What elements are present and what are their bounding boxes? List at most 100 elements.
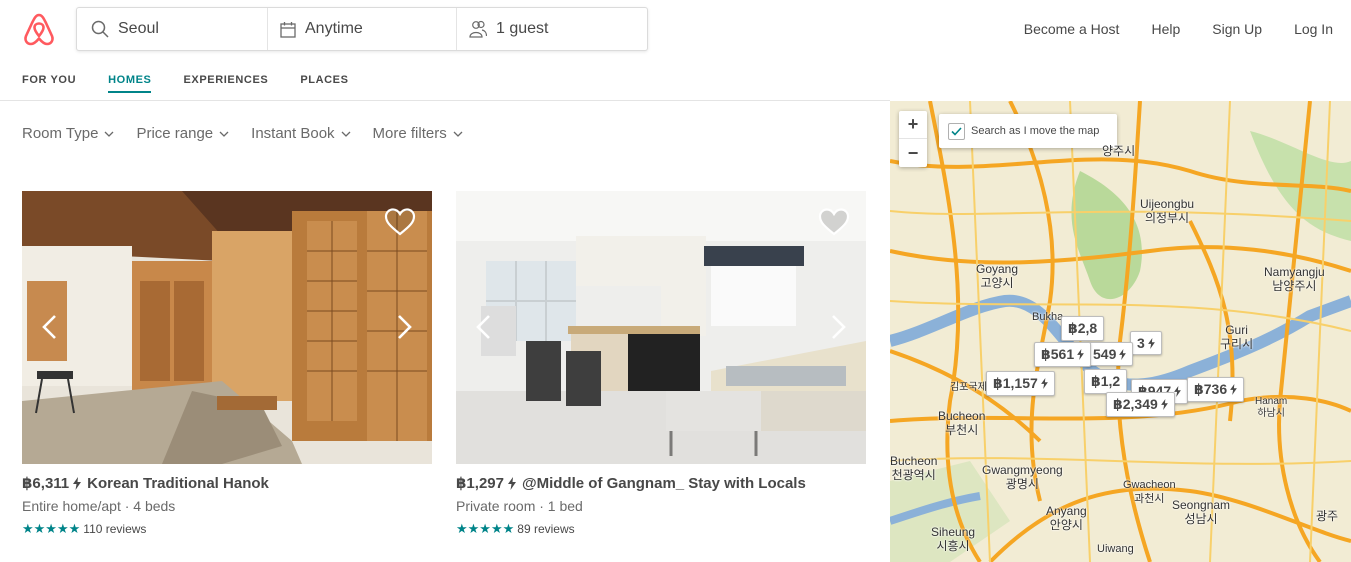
guests-icon bbox=[469, 20, 487, 38]
tab-experiences[interactable]: EXPERIENCES bbox=[183, 74, 268, 93]
log-in-link[interactable]: Log In bbox=[1294, 21, 1333, 37]
instant-book-icon bbox=[1147, 337, 1155, 349]
map-price-pin[interactable]: ฿561 bbox=[1034, 342, 1092, 367]
map-label: 양주시 bbox=[1102, 144, 1136, 158]
heart-icon[interactable] bbox=[818, 207, 850, 237]
map-label: Goyang 고양시 bbox=[976, 262, 1019, 290]
calendar-icon bbox=[280, 21, 296, 38]
filter-label: Room Type bbox=[22, 125, 99, 142]
map-label: Gwacheon 과천시 bbox=[1123, 479, 1176, 505]
header-divider bbox=[0, 100, 890, 101]
help-link[interactable]: Help bbox=[1151, 21, 1180, 37]
map-label: Uiwang bbox=[1097, 543, 1134, 555]
map-price-pin[interactable]: ฿736 bbox=[1187, 377, 1245, 402]
instant-book-filter[interactable]: Instant Book bbox=[251, 125, 351, 142]
more-filters-button[interactable]: More filters bbox=[373, 125, 463, 142]
chevron-left-icon[interactable] bbox=[40, 313, 58, 341]
filter-label: More filters bbox=[372, 125, 447, 142]
chevron-right-icon[interactable] bbox=[830, 313, 848, 341]
heart-icon[interactable] bbox=[384, 207, 416, 237]
guests-value: 1 guest bbox=[496, 20, 549, 37]
map-label: Guri 구리시 bbox=[1220, 323, 1254, 351]
review-count: 110 reviews bbox=[83, 522, 147, 536]
map[interactable]: + − Search as I move the map 양주시 Uijeong… bbox=[890, 101, 1351, 562]
hanok-photo bbox=[22, 191, 432, 464]
map-label: Hanam 하남시 bbox=[1255, 396, 1288, 419]
zoom-in-button[interactable]: + bbox=[899, 111, 927, 139]
map-price-pin[interactable]: ฿1,2 bbox=[1084, 369, 1128, 394]
map-price-pin[interactable]: ฿1,157 bbox=[986, 371, 1055, 396]
location-field[interactable]: Seoul bbox=[77, 8, 268, 50]
chevron-down-icon bbox=[219, 131, 229, 137]
instant-book-icon bbox=[1077, 349, 1084, 360]
sign-up-link[interactable]: Sign Up bbox=[1212, 21, 1262, 37]
star-rating-icon: ★★★★★ bbox=[456, 521, 515, 536]
location-value: Seoul bbox=[118, 20, 159, 37]
zoom-control: + − bbox=[899, 111, 927, 167]
listing-photo[interactable] bbox=[456, 191, 866, 464]
zoom-out-button[interactable]: − bbox=[899, 139, 927, 167]
map-price-pin[interactable]: ฿2,349 bbox=[1106, 392, 1175, 417]
chevron-left-icon[interactable] bbox=[474, 313, 492, 341]
map-label: 광주 bbox=[1316, 509, 1339, 523]
filter-label: Instant Book bbox=[251, 125, 335, 142]
listing-rating: ★★★★★ 110 reviews bbox=[22, 521, 432, 537]
instant-book-icon bbox=[1230, 384, 1237, 395]
instant-book-icon bbox=[507, 476, 516, 490]
instant-book-icon bbox=[1040, 378, 1048, 389]
listing-price: ฿6,311 bbox=[22, 475, 70, 492]
map-label: Namyangju 남양주시 bbox=[1264, 265, 1325, 293]
kitchen-photo bbox=[456, 191, 866, 464]
dates-field[interactable]: Anytime bbox=[268, 8, 457, 50]
instant-book-icon bbox=[1119, 348, 1127, 360]
price-range-filter[interactable]: Price range bbox=[136, 125, 229, 142]
listing-price: ฿1,297 bbox=[456, 475, 504, 492]
header: Seoul Anytime 1 guest Become a Host Help… bbox=[0, 0, 1351, 60]
top-nav: Become a Host Help Sign Up Log In bbox=[992, 21, 1333, 37]
room-type-filter[interactable]: Room Type bbox=[22, 125, 114, 142]
map-label: Uijeongbu 의정부시 bbox=[1140, 197, 1195, 225]
filter-label: Price range bbox=[136, 125, 214, 142]
search-as-move-label: Search as I move the map bbox=[971, 125, 1100, 137]
guests-field[interactable]: 1 guest bbox=[457, 8, 647, 50]
map-label: Bukha bbox=[1032, 311, 1064, 323]
chevron-right-icon[interactable] bbox=[396, 313, 414, 341]
star-rating-icon: ★★★★★ bbox=[22, 521, 81, 536]
chevron-down-icon bbox=[104, 131, 114, 137]
map-label: Bucheon 부천시 bbox=[938, 409, 986, 437]
map-price-pin[interactable]: ฿2,8 bbox=[1061, 316, 1105, 341]
checkbox[interactable] bbox=[948, 122, 965, 140]
search-bar[interactable]: Seoul Anytime 1 guest bbox=[76, 7, 648, 51]
chevron-down-icon bbox=[341, 131, 351, 137]
map-price-pin[interactable]: 3 bbox=[1130, 331, 1162, 355]
listing-card[interactable]: ฿1,297 @Middle of Gangnam_ Stay with Loc… bbox=[456, 191, 866, 537]
map-label: Seongnam 성남시 bbox=[1172, 498, 1231, 526]
map-label: Bucheon 천광역시 bbox=[890, 454, 938, 482]
map-label: Anyang 안양시 bbox=[1046, 504, 1087, 532]
listing-title-row: ฿6,311 Korean Traditional Hanok bbox=[22, 474, 432, 493]
map-label: Gwangmyeong 광명시 bbox=[982, 463, 1063, 491]
airbnb-logo-icon[interactable] bbox=[22, 12, 56, 48]
dates-value: Anytime bbox=[305, 20, 363, 37]
map-tiles bbox=[890, 101, 1351, 562]
search-as-move-toggle[interactable]: Search as I move the map bbox=[939, 114, 1117, 148]
instant-book-icon bbox=[1160, 399, 1168, 410]
tab-places[interactable]: PLACES bbox=[300, 74, 348, 93]
listing-title: @Middle of Gangnam_ Stay with Locals bbox=[521, 474, 806, 492]
become-host-link[interactable]: Become a Host bbox=[1024, 21, 1120, 37]
listing-title-row: ฿1,297 @Middle of Gangnam_ Stay with Loc… bbox=[456, 474, 866, 493]
map-price-pin[interactable]: 549 bbox=[1086, 342, 1134, 366]
listing-subtitle: Entire home/apt · 4 beds bbox=[22, 498, 176, 514]
instant-book-icon bbox=[1174, 386, 1181, 397]
review-count: 89 reviews bbox=[517, 522, 575, 536]
search-icon bbox=[91, 20, 109, 38]
tab-for-you[interactable]: FOR YOU bbox=[22, 74, 76, 93]
listing-photo[interactable] bbox=[22, 191, 432, 464]
checkmark-icon bbox=[951, 126, 962, 136]
tab-homes[interactable]: HOMES bbox=[108, 74, 152, 93]
category-tabs: FOR YOU HOMES EXPERIENCES PLACES bbox=[22, 74, 381, 93]
listing-card[interactable]: ฿6,311 Korean Traditional Hanok Entire h… bbox=[22, 191, 432, 537]
filter-bar: Room Type Price range Instant Book More … bbox=[22, 125, 485, 142]
map-label: 김포국제 bbox=[950, 382, 987, 393]
instant-book-icon bbox=[73, 476, 82, 490]
